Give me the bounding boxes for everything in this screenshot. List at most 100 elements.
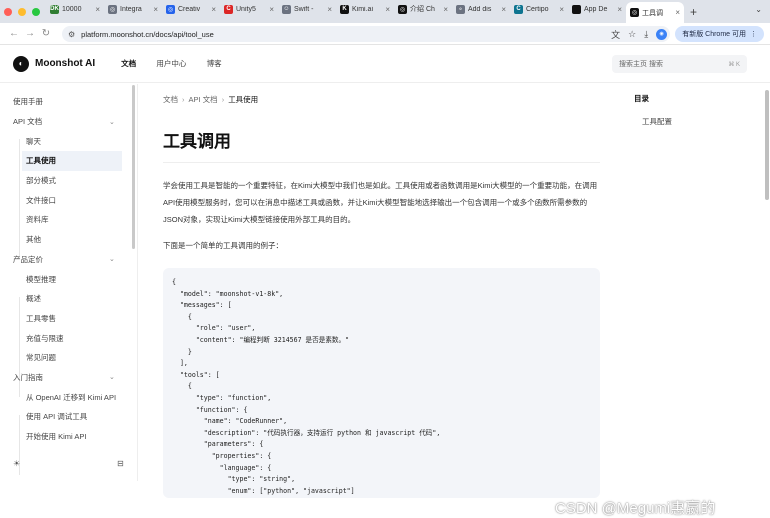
- close-tab-icon[interactable]: ×: [385, 5, 390, 14]
- reload-icon[interactable]: ↻: [38, 28, 54, 39]
- code-line: {: [172, 382, 192, 391]
- sidebar-item[interactable]: 常见问题: [0, 348, 137, 368]
- tab-title: Swift -: [294, 5, 314, 13]
- chevron-down-icon: ⌄: [109, 256, 115, 264]
- minimize-window-button[interactable]: [18, 7, 26, 16]
- close-tab-icon[interactable]: ×: [675, 8, 680, 17]
- close-tab-icon[interactable]: ×: [443, 5, 448, 14]
- code-line: "content": "编程判断 3214567 是否是素数。": [172, 335, 350, 344]
- sidebar-scrollbar[interactable]: [132, 85, 135, 249]
- browser-tab[interactable]: ☺ Swift - ×: [278, 0, 336, 18]
- code-line: "properties": {: [172, 451, 272, 460]
- close-tab-icon[interactable]: ×: [617, 5, 622, 14]
- sidebar-item[interactable]: 从 OpenAI 迁移到 Kimi API: [0, 387, 137, 407]
- close-tab-icon[interactable]: ×: [327, 5, 332, 14]
- breadcrumb-docs[interactable]: 文档: [163, 95, 178, 104]
- example-intro: 下面是一个简单的工具调用的例子：: [163, 241, 283, 250]
- sidebar-item-label: 开始使用 Kimi API: [26, 432, 87, 442]
- code-line: "parameters": {: [172, 440, 264, 449]
- chrome-update-button[interactable]: 有新版 Chrome 可用 ⋮: [675, 26, 764, 42]
- sidebar-item-label: 从 OpenAI 迁移到 Kimi API: [26, 392, 117, 402]
- toc-item-tool-config[interactable]: 工具配置: [642, 116, 672, 127]
- sidebar-item[interactable]: 模型推理: [0, 269, 137, 289]
- sidebar-item[interactable]: 使用 API 调试工具: [0, 407, 137, 427]
- nav-blog[interactable]: 博客: [207, 59, 222, 68]
- tab-search-icon[interactable]: ⌄: [755, 5, 762, 14]
- top-nav: 文档 用户中心 博客: [121, 58, 239, 69]
- breadcrumb-api-docs[interactable]: API 文档: [189, 95, 218, 104]
- tab-favicon-icon: ◎: [166, 4, 175, 14]
- sidebar-item[interactable]: 工具使用: [22, 151, 122, 171]
- search-input[interactable]: 搜索主页 搜索 ⌘ K: [612, 55, 747, 73]
- nav-user-center[interactable]: 用户中心: [156, 59, 186, 68]
- nav-docs[interactable]: 文档: [121, 59, 136, 68]
- browser-tab[interactable]: C Unity5 ×: [220, 0, 278, 18]
- new-tab-button[interactable]: +: [690, 5, 697, 19]
- translate-icon[interactable]: 文: [611, 28, 620, 41]
- sidebar-item[interactable]: 开始使用 Kimi API: [0, 427, 137, 447]
- sidebar-item-label: 充值与限速: [26, 333, 64, 343]
- sidebar-item[interactable]: 其他: [0, 230, 137, 250]
- code-line: "messages": [: [172, 301, 232, 310]
- close-window-button[interactable]: [4, 7, 12, 16]
- sidebar-item-label: 部分模式: [26, 176, 56, 186]
- close-tab-icon[interactable]: ×: [211, 5, 216, 14]
- browser-tab[interactable]: ◎ 工具调 ×: [626, 2, 684, 23]
- sidebar-item[interactable]: 概述: [0, 289, 137, 309]
- close-tab-icon[interactable]: ×: [559, 5, 564, 14]
- code-line: "role": "user",: [172, 324, 256, 333]
- chevron-down-icon: ⌄: [109, 118, 115, 126]
- collapse-sidebar-icon[interactable]: ⊟: [117, 459, 124, 468]
- tab-favicon-icon: C: [224, 4, 233, 14]
- chevron-down-icon: ⌄: [109, 374, 115, 382]
- tab-favicon-icon: ⚬: [456, 4, 465, 14]
- tab-title: Certipo: [526, 5, 549, 13]
- browser-tab[interactable]: K Kimi.ai ×: [336, 0, 394, 18]
- tab-title: 工具调: [642, 9, 663, 17]
- toc-title: 目录: [634, 94, 649, 103]
- sidebar-item[interactable]: 部分模式: [0, 171, 137, 191]
- close-tab-icon[interactable]: ×: [501, 5, 506, 14]
- maximize-window-button[interactable]: [32, 7, 40, 16]
- back-icon[interactable]: ←: [6, 28, 22, 39]
- sidebar-item-label: 其他: [26, 235, 41, 245]
- main-content: 文档 › API 文档 › 工具使用 工具调用 学会使用工具是智能的一个重要特征，在Ki…: [163, 84, 600, 498]
- browser-tab[interactable]: ◎ Integra ×: [104, 0, 162, 18]
- sidebar-item-label: 文件接口: [26, 195, 56, 205]
- browser-tab[interactable]: C Certipo ×: [510, 0, 568, 18]
- browser-tab[interactable]: ◎ 介绍 Ch ×: [394, 0, 452, 18]
- sidebar-item[interactable]: 产品定价 ⌄: [0, 250, 137, 270]
- sidebar-item[interactable]: 文件接口: [0, 190, 137, 210]
- page-scrollbar[interactable]: [765, 90, 769, 200]
- tab-favicon-icon: C: [514, 4, 523, 14]
- site-info-icon[interactable]: ⚙: [68, 30, 75, 39]
- code-block: { "model": "moonshot-v1-8k", "messages":…: [163, 268, 600, 498]
- close-tab-icon[interactable]: ×: [153, 5, 158, 14]
- brand-logo[interactable]: ◐ Moonshot AI: [13, 55, 95, 72]
- sidebar-item[interactable]: 入门指南 ⌄: [0, 368, 137, 388]
- bookmark-star-icon[interactable]: ☆: [628, 29, 636, 40]
- sidebar-item[interactable]: 资料库: [0, 210, 137, 230]
- browser-tab[interactable]: ⚬ Add dis ×: [452, 0, 510, 18]
- sidebar-item[interactable]: 充值与限速: [0, 328, 137, 348]
- profile-avatar[interactable]: ◉: [656, 28, 668, 40]
- browser-tab-strip: DK 10000 × ◎ Integra × ◎ Creativ × C Unity5 × ☺ Swift…: [0, 0, 770, 23]
- browser-tab[interactable]: App De ×: [568, 0, 626, 18]
- address-bar[interactable]: ⚙ platform.moonshot.cn/docs/api/tool_use: [62, 26, 670, 42]
- browser-toolbar: ← → ↻ ⚙ platform.moonshot.cn/docs/api/to…: [0, 23, 770, 45]
- sidebar-item[interactable]: API 文档 ⌄: [0, 112, 137, 132]
- tab-favicon-icon: K: [340, 4, 349, 14]
- sidebar-item-label: 资料库: [26, 215, 49, 225]
- sidebar-item[interactable]: 使用手册: [0, 92, 137, 112]
- sidebar-item[interactable]: 工具零售: [0, 309, 137, 329]
- download-icon[interactable]: ⤓: [644, 29, 648, 40]
- forward-icon[interactable]: →: [22, 28, 38, 39]
- search-placeholder: 搜索主页 搜索: [619, 61, 663, 68]
- close-tab-icon[interactable]: ×: [95, 5, 100, 14]
- sidebar-item[interactable]: 聊天: [0, 131, 137, 151]
- close-tab-icon[interactable]: ×: [269, 5, 274, 14]
- theme-toggle-icon[interactable]: ☀: [13, 459, 20, 468]
- browser-tab[interactable]: DK 10000 ×: [46, 0, 104, 18]
- sidebar-item-label: 入门指南: [13, 372, 43, 382]
- browser-tab[interactable]: ◎ Creativ ×: [162, 0, 220, 18]
